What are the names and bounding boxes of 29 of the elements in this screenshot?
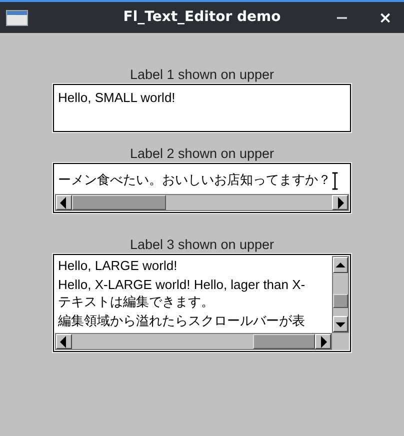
scroll-down-button[interactable]: [333, 316, 348, 332]
scroll-up-button[interactable]: [333, 257, 348, 273]
scroll-right-button[interactable]: [315, 334, 331, 349]
window-title: Fl_Text_Editor demo: [123, 9, 281, 25]
field-label: Label 1 shown on upper: [130, 66, 274, 83]
text-line: ーメン食べたい。おいしいお店知ってますか？: [58, 172, 331, 190]
field-label: Label 3 shown on upper: [130, 236, 274, 253]
scroll-right-button[interactable]: [332, 195, 348, 210]
scroll-left-button[interactable]: [56, 195, 72, 210]
text-line: テキストは編集できます。: [58, 294, 214, 312]
horizontal-scrollbar[interactable]: [55, 194, 349, 211]
text-line: Hello, SMALL world!: [58, 88, 176, 106]
scroll-left-button[interactable]: [56, 334, 72, 349]
scrollbar-thumb[interactable]: [333, 294, 348, 308]
minimize-button[interactable]: −: [335, 8, 349, 27]
scrollbar-corner: [332, 333, 349, 350]
text-line: Hello, X-LARGE world! Hello, lager than X-: [58, 276, 306, 294]
text-editor[interactable]: Hello, LARGE world! Hello, X-LARGE world! Hello, lager than X- テキストは編集できます。 編集領域から溢れたらスクロールバーが表: [53, 254, 351, 352]
text-line: 編集領域から溢れたらスクロールバーが表: [58, 312, 305, 331]
scrollbar-thumb[interactable]: [72, 195, 166, 210]
vertical-scrollbar[interactable]: [332, 256, 349, 333]
close-button[interactable]: ×: [378, 8, 392, 27]
horizontal-scrollbar[interactable]: [55, 333, 332, 350]
field-label: Label 2 shown on upper: [130, 145, 274, 162]
window-icon: [6, 10, 28, 26]
text-editor[interactable]: Hello, SMALL world!: [53, 84, 351, 132]
scrollbar-thumb[interactable]: [253, 334, 315, 349]
text-line: Hello, LARGE world!: [58, 257, 178, 276]
text-editor[interactable]: ーメン食べたい。おいしいお店知ってますか？: [53, 163, 351, 213]
